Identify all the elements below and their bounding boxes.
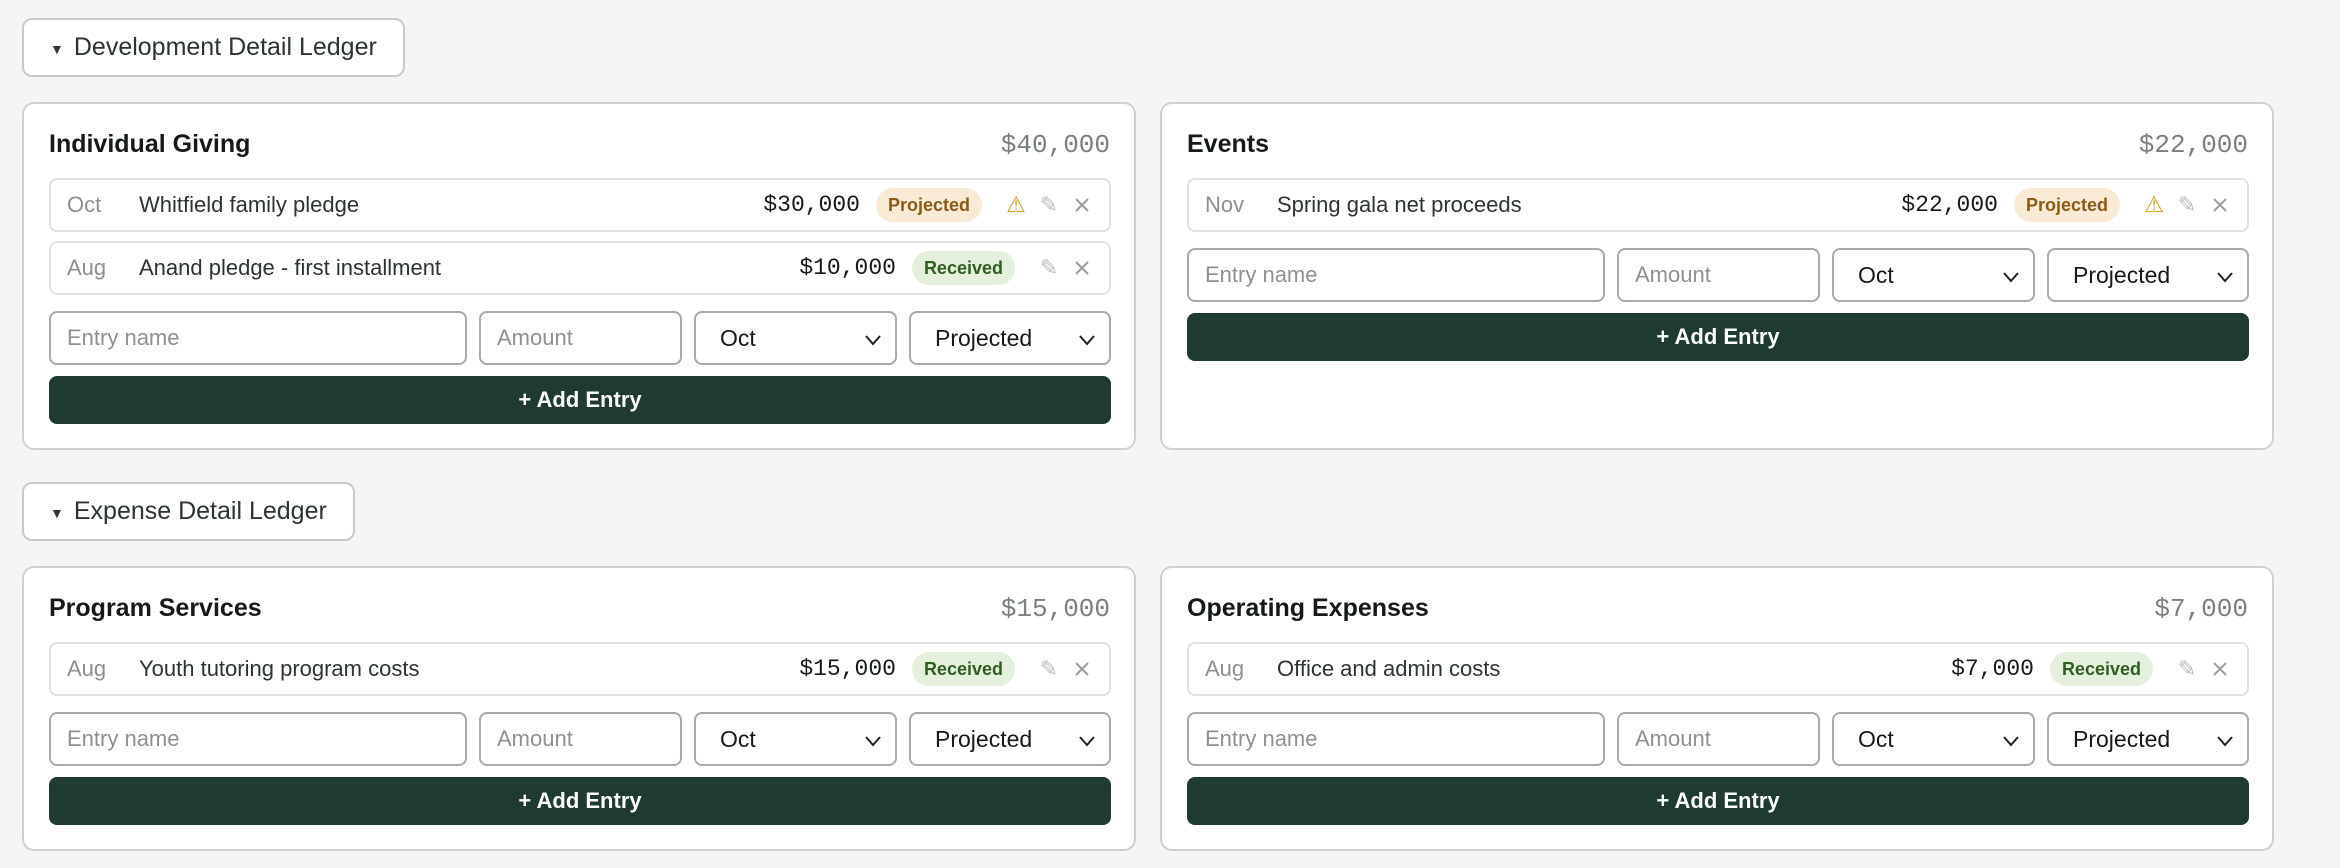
card-operating-expenses: Operating Expenses $7,000 Aug Office and… — [1160, 566, 2274, 851]
ledger-page: ▼ Development Detail Ledger Individual G… — [0, 0, 2340, 868]
chevron-down-icon — [2217, 736, 2233, 747]
entry-month: Aug — [67, 656, 107, 681]
amount-input[interactable] — [479, 712, 682, 766]
entry-name-input[interactable] — [1187, 248, 1605, 302]
entry-name: Anand pledge - first installment — [139, 255, 442, 280]
card-individual-giving: Individual Giving $40,000 Oct Whitfield … — [22, 102, 1136, 450]
pencil-icon[interactable]: ✎ — [1036, 656, 1062, 682]
status-select-value: Projected — [2073, 261, 2171, 288]
entry-row: Oct Whitfield family pledge $30,000 Proj… — [49, 178, 1111, 232]
month-select-value: Oct — [720, 324, 756, 351]
status-select[interactable]: Projected — [909, 311, 1111, 365]
month-select-value: Oct — [1858, 725, 1894, 752]
add-entry-button[interactable]: + Add Entry — [1187, 313, 2249, 361]
status-badge: Projected — [2013, 188, 2120, 222]
status-select-value: Projected — [935, 324, 1033, 351]
entry-row: Nov Spring gala net proceeds $22,000 Pro… — [1187, 178, 2249, 232]
caret-down-icon: ▼ — [50, 504, 64, 521]
card-total: $15,000 — [1000, 594, 1110, 624]
card-program-services: Program Services $15,000 Aug Youth tutor… — [22, 566, 1136, 851]
caret-down-icon: ▼ — [50, 40, 64, 57]
entry-name-input[interactable] — [49, 311, 467, 365]
amount-input[interactable] — [1617, 248, 1820, 302]
entry-amount: $30,000 — [763, 192, 860, 218]
add-entry-button[interactable]: + Add Entry — [49, 777, 1111, 825]
status-badge: Received — [911, 251, 1015, 285]
pencil-icon[interactable]: ✎ — [1036, 255, 1062, 281]
entry-name: Office and admin costs — [1277, 656, 1501, 681]
status-select-value: Projected — [935, 725, 1033, 752]
entry-row: Aug Youth tutoring program costs $15,000… — [49, 642, 1111, 696]
status-select[interactable]: Projected — [909, 712, 1111, 766]
month-select[interactable]: Oct — [694, 311, 897, 365]
chevron-down-icon — [865, 335, 881, 346]
entry-amount: $7,000 — [1951, 656, 2034, 682]
chevron-down-icon — [865, 736, 881, 747]
card-events: Events $22,000 Nov Spring gala net proce… — [1160, 102, 2274, 450]
add-entry-form: Oct Projected — [49, 311, 1111, 365]
entry-row: Aug Office and admin costs $7,000 Receiv… — [1187, 642, 2249, 696]
entry-row: Aug Anand pledge - first installment $10… — [49, 241, 1111, 295]
chevron-down-icon — [2003, 736, 2019, 747]
development-ledger-toggle[interactable]: ▼ Development Detail Ledger — [22, 18, 405, 77]
add-entry-form: Oct Projected — [1187, 248, 2249, 302]
month-select-value: Oct — [720, 725, 756, 752]
add-entry-button[interactable]: + Add Entry — [1187, 777, 2249, 825]
amount-input[interactable] — [479, 311, 682, 365]
pencil-icon[interactable]: ✎ — [2174, 192, 2200, 218]
card-title: Program Services — [49, 594, 262, 622]
card-title: Operating Expenses — [1187, 594, 1429, 622]
chevron-down-icon — [2217, 272, 2233, 283]
card-title: Events — [1187, 130, 1269, 158]
warning-icon: ⚠ — [2144, 192, 2164, 217]
status-select-value: Projected — [2073, 725, 2171, 752]
expense-ledger-label: Expense Detail Ledger — [73, 497, 327, 525]
add-entry-form: Oct Projected — [49, 712, 1111, 766]
pencil-icon[interactable]: ✎ — [1036, 192, 1062, 218]
card-total: $22,000 — [2138, 130, 2248, 160]
close-icon[interactable] — [2207, 656, 2233, 682]
status-badge: Projected — [875, 188, 982, 222]
status-badge: Received — [2049, 652, 2153, 686]
entry-name-input[interactable] — [1187, 712, 1605, 766]
expense-ledger-toggle[interactable]: ▼ Expense Detail Ledger — [22, 482, 355, 541]
month-select-value: Oct — [1858, 261, 1894, 288]
close-icon[interactable] — [1069, 192, 1095, 218]
entry-month: Oct — [67, 192, 102, 217]
card-total: $7,000 — [2154, 594, 2248, 624]
warning-icon: ⚠ — [1006, 192, 1026, 217]
amount-input[interactable] — [1617, 712, 1820, 766]
pencil-icon[interactable]: ✎ — [2174, 656, 2200, 682]
month-select[interactable]: Oct — [694, 712, 897, 766]
entry-amount: $10,000 — [799, 255, 896, 281]
chevron-down-icon — [2003, 272, 2019, 283]
month-select[interactable]: Oct — [1832, 248, 2035, 302]
entry-name-input[interactable] — [49, 712, 467, 766]
status-select[interactable]: Projected — [2047, 248, 2249, 302]
status-badge: Received — [911, 652, 1015, 686]
entry-name: Spring gala net proceeds — [1277, 192, 1522, 217]
add-entry-button[interactable]: + Add Entry — [49, 376, 1111, 424]
card-title: Individual Giving — [49, 130, 251, 158]
close-icon[interactable] — [2207, 192, 2233, 218]
entry-month: Aug — [1205, 656, 1245, 681]
entry-name: Youth tutoring program costs — [139, 656, 420, 681]
status-select[interactable]: Projected — [2047, 712, 2249, 766]
close-icon[interactable] — [1069, 656, 1095, 682]
close-icon[interactable] — [1069, 255, 1095, 281]
entry-amount: $22,000 — [1901, 192, 1998, 218]
add-entry-form: Oct Projected — [1187, 712, 2249, 766]
chevron-down-icon — [1079, 736, 1095, 747]
chevron-down-icon — [1079, 335, 1095, 346]
entry-month: Aug — [67, 255, 107, 280]
development-ledger-label: Development Detail Ledger — [73, 33, 377, 61]
month-select[interactable]: Oct — [1832, 712, 2035, 766]
entry-month: Nov — [1205, 192, 1245, 217]
entry-amount: $15,000 — [799, 656, 896, 682]
card-total: $40,000 — [1000, 130, 1110, 160]
entry-name: Whitfield family pledge — [139, 192, 360, 217]
